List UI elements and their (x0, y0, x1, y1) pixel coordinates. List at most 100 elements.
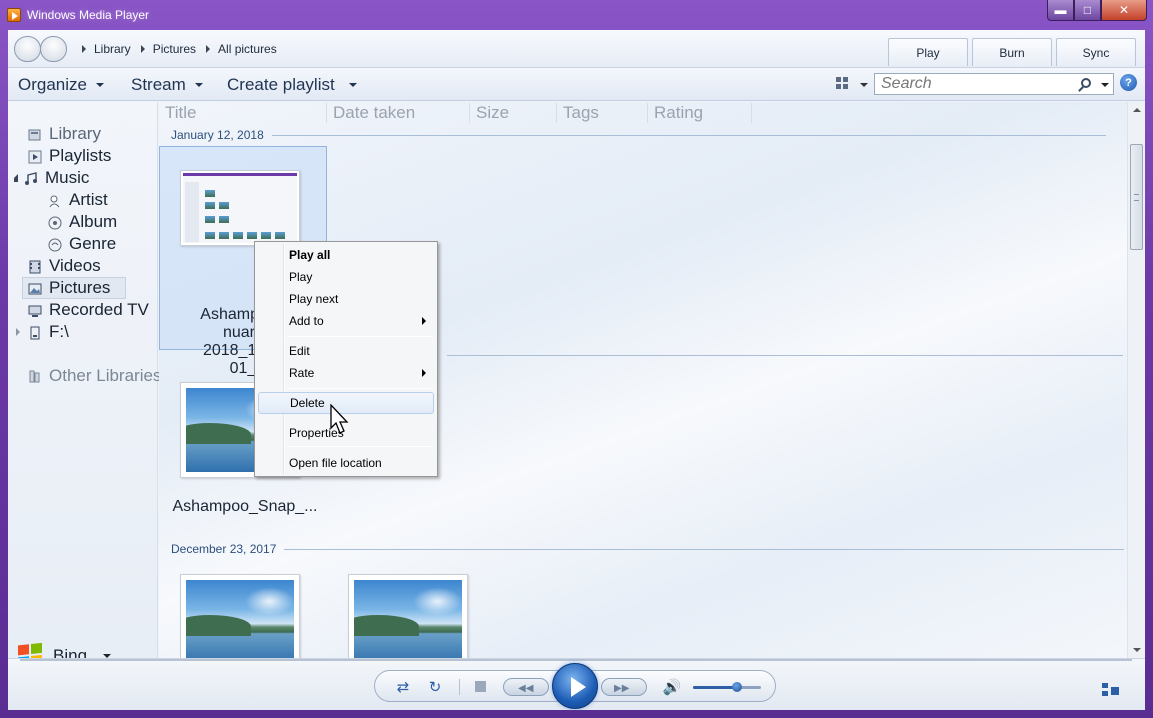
view-options-dropdown-icon[interactable] (860, 83, 868, 87)
sidebar-item-other-libraries[interactable]: Other Libraries (28, 366, 161, 386)
breadcrumb-pictures[interactable]: Pictures (140, 42, 196, 56)
sidebar-item-label: Library (49, 124, 101, 143)
dropdown-arrow-icon (194, 83, 203, 87)
tab-sync[interactable]: Sync (1056, 38, 1136, 66)
menu-item-play-all[interactable]: Play all (258, 244, 434, 266)
tv-icon (28, 303, 42, 317)
dropdown-arrow-icon (348, 83, 357, 87)
breadcrumb-library[interactable]: Library (82, 42, 131, 56)
drive-icon (28, 325, 42, 340)
previous-icon: ◀◀ (518, 683, 534, 694)
close-button[interactable]: ✕ (1101, 0, 1147, 21)
menu-item-add-to[interactable]: Add to (258, 310, 434, 332)
menu-item-label: Add to (289, 314, 324, 328)
thumbnail-tile (219, 216, 229, 223)
column-header-title[interactable]: Title (159, 103, 327, 123)
sidebar-item-label: Playlists (49, 146, 112, 165)
back-button[interactable] (14, 36, 41, 62)
menu-item-open-file-location[interactable]: Open file location (258, 452, 434, 474)
player-client-area: Library Pictures All pictures Play Burn … (8, 30, 1145, 710)
sidebar-item-genre[interactable]: Genre (48, 234, 116, 254)
volume-slider[interactable] (693, 682, 761, 692)
logo-green-pane (31, 642, 42, 654)
stop-icon[interactable] (475, 681, 486, 692)
picture-caption: Ashampoo_Snap_... (172, 498, 318, 515)
menu-item-play-next[interactable]: Play next (258, 288, 434, 310)
breadcrumb-all-pictures[interactable]: All pictures (206, 42, 277, 56)
menu-item-label: Edit (289, 344, 310, 358)
sidebar-item-artist[interactable]: Artist (48, 190, 108, 210)
sidebar-item-playlists[interactable]: Playlists (28, 146, 111, 166)
search-dropdown-icon[interactable] (1101, 83, 1109, 87)
menu-item-rate[interactable]: Rate (258, 362, 434, 384)
collapse-arrow-icon[interactable] (14, 174, 18, 182)
column-header-rating[interactable]: Rating (648, 103, 752, 123)
breadcrumb: Library Pictures All pictures (82, 42, 287, 56)
tab-play[interactable]: Play (888, 38, 968, 66)
breadcrumb-arrow-icon (82, 45, 86, 53)
sidebar-item-label: F:\ (49, 322, 69, 341)
switch-to-now-playing-icon[interactable] (1102, 683, 1120, 697)
music-icon (24, 171, 38, 185)
submenu-arrow-icon (422, 317, 426, 325)
sidebar-item-album[interactable]: Album (48, 212, 117, 232)
volume-icon[interactable]: 🔊 (661, 677, 683, 697)
sidebar-item-label: Other Libraries (49, 366, 162, 385)
expand-arrow-icon[interactable] (16, 328, 20, 336)
seek-bar[interactable] (20, 659, 1132, 661)
thumbnail-sidebar (185, 182, 199, 242)
column-header-size[interactable]: Size (470, 103, 557, 123)
stream-label: Stream (131, 75, 186, 94)
toolbar: Organize Stream Create playlist ? (8, 68, 1145, 101)
playlist-icon (28, 149, 42, 164)
search-icon[interactable] (1081, 78, 1091, 88)
search-input[interactable] (881, 76, 1071, 92)
scroll-up-arrow-icon[interactable] (1133, 108, 1141, 112)
playback-controls-bar: ⇄ ↻ ◀◀ ▶▶ 🔊 (8, 658, 1145, 710)
play-button[interactable] (552, 663, 598, 709)
sidebar-item-label: Music (45, 168, 90, 187)
scroll-down-arrow-icon[interactable] (1133, 648, 1141, 652)
sidebar-item-recorded-tv[interactable]: Recorded TV (28, 300, 149, 320)
thumbnail-tile (205, 216, 215, 223)
context-menu: Play all Play Play next Add to Edit Rate… (254, 241, 438, 477)
sidebar-item-videos[interactable]: Videos (28, 256, 101, 276)
create-playlist-menu[interactable]: Create playlist (227, 75, 357, 95)
sidebar-item-drive-f[interactable]: F:\ (16, 322, 69, 342)
previous-button[interactable]: ◀◀ (503, 678, 549, 696)
menu-item-edit[interactable]: Edit (258, 340, 434, 362)
view-options-icon[interactable] (836, 77, 850, 91)
menu-item-label: Play next (289, 292, 339, 306)
group-header[interactable]: December 23, 2017 (171, 542, 1125, 556)
sidebar-item-pictures[interactable]: Pictures (22, 277, 126, 299)
picture-thumbnail[interactable] (348, 574, 468, 670)
sidebar-item-library[interactable]: Library (28, 124, 101, 144)
help-icon[interactable]: ? (1120, 74, 1137, 91)
menu-item-play[interactable]: Play (258, 266, 434, 288)
tab-burn[interactable]: Burn (972, 38, 1052, 66)
minimize-button[interactable]: ▬ (1047, 0, 1074, 21)
thumbnail-tile (205, 202, 215, 209)
thumbnail-tile (275, 232, 285, 239)
next-button[interactable]: ▶▶ (601, 678, 647, 696)
breadcrumb-arrow-icon (140, 45, 145, 53)
navigation-pane: Library Playlists Music Artist Album Gen… (8, 102, 161, 668)
picture-thumbnail[interactable] (180, 170, 300, 246)
volume-knob[interactable] (732, 682, 743, 692)
thumbnail-tile (205, 190, 215, 197)
column-header-date-taken[interactable]: Date taken (327, 103, 470, 123)
group-header[interactable]: January 12, 2018 (171, 128, 1106, 142)
repeat-icon[interactable]: ↻ (425, 677, 445, 697)
column-header-tags[interactable]: Tags (557, 103, 648, 123)
vertical-scrollbar[interactable] (1127, 102, 1145, 658)
shuffle-icon[interactable]: ⇄ (393, 677, 413, 697)
stream-menu[interactable]: Stream (131, 75, 203, 95)
maximize-button[interactable]: □ (1074, 0, 1101, 21)
breadcrumb-label: Library (94, 42, 131, 56)
scrollbar-thumb[interactable] (1130, 144, 1143, 250)
sidebar-item-music[interactable]: Music (14, 168, 89, 188)
picture-thumbnail[interactable] (180, 574, 300, 670)
organize-menu[interactable]: Organize (18, 75, 104, 95)
thumbnail-tile (219, 232, 229, 239)
forward-button[interactable] (40, 36, 67, 62)
